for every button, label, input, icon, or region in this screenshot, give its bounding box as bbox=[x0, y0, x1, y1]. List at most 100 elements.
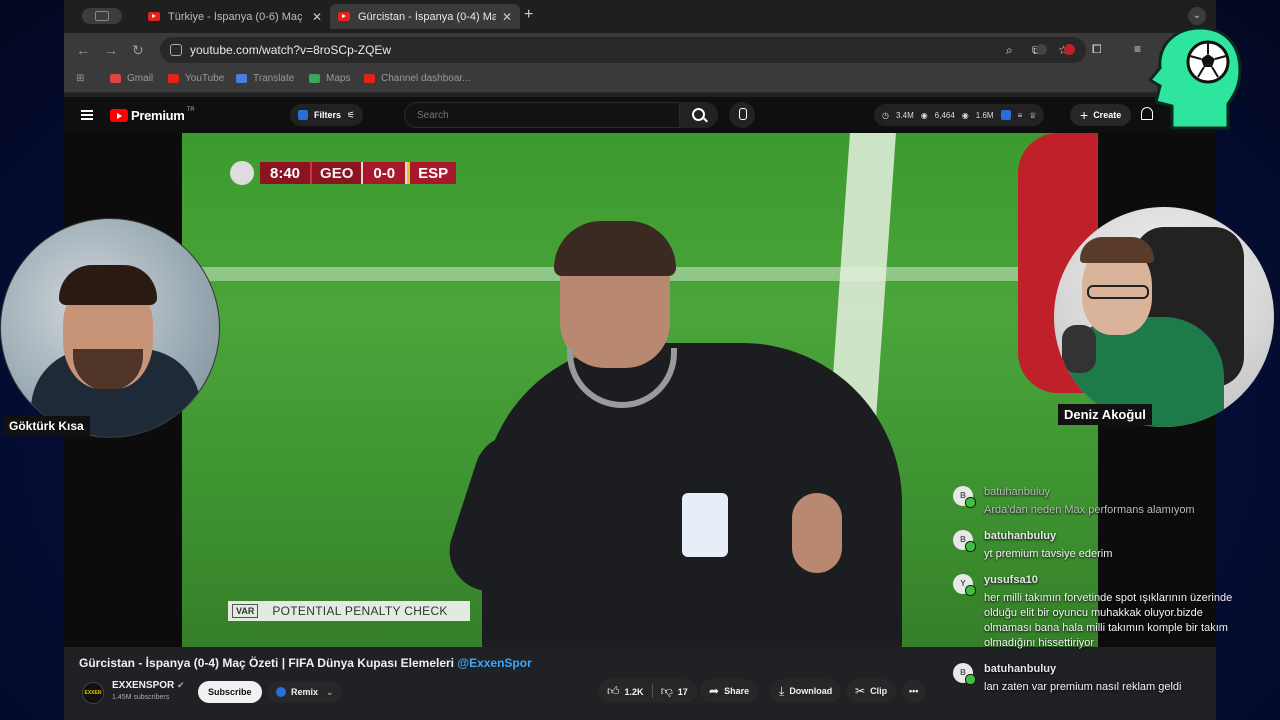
bookmark-label: Maps bbox=[326, 73, 351, 84]
video-player[interactable]: 8:40 GEO 0-0 ESP VAR POTENTIAL PENALTY C… bbox=[182, 133, 1098, 647]
subscribe-button[interactable]: Subscribe bbox=[198, 681, 262, 703]
download-icon: ⤓ bbox=[779, 683, 785, 698]
var-banner: VAR POTENTIAL PENALTY CHECK bbox=[228, 601, 470, 621]
channel-handle-link[interactable]: @ExxenSpor bbox=[457, 656, 531, 670]
bookmark-label: YouTube bbox=[185, 73, 225, 84]
var-tag: VAR bbox=[232, 604, 259, 618]
thumbs-up-icon: 👍︎ bbox=[607, 683, 620, 698]
microphone-icon[interactable] bbox=[729, 102, 755, 128]
create-button[interactable]: + Create bbox=[1070, 104, 1132, 126]
thumbs-down-icon: 👎︎ bbox=[660, 683, 673, 698]
football-head-logo-icon bbox=[1147, 26, 1242, 130]
bookmark-youtube[interactable]: YouTube bbox=[168, 73, 224, 84]
home-team: GEO bbox=[310, 162, 362, 184]
extensions-puzzle-icon[interactable]: ⧠ bbox=[1092, 42, 1102, 57]
chat-text: Arda'dan neden Max performans alamıyom bbox=[984, 504, 1195, 516]
dislike-button[interactable]: 👎︎ 17 bbox=[661, 684, 688, 699]
stat-views: 3.4M bbox=[895, 110, 914, 120]
match-clock: 8:40 bbox=[260, 162, 311, 184]
microphone-shape bbox=[1062, 325, 1096, 373]
dislike-count: 17 bbox=[677, 686, 688, 697]
back-arrow-icon[interactable]: ← bbox=[76, 42, 90, 58]
tab-group-icon[interactable] bbox=[82, 8, 122, 24]
streamer-name-left: Göktürk Kısa bbox=[3, 416, 90, 436]
trophy-icon[interactable]: ♕ bbox=[1029, 111, 1036, 120]
fifa-badge bbox=[682, 493, 728, 557]
bookmark-gmail[interactable]: Gmail bbox=[110, 73, 153, 84]
logo-text: Premium bbox=[131, 108, 185, 123]
reload-icon[interactable]: ↻ bbox=[132, 42, 144, 59]
chat-avatar: B bbox=[953, 663, 976, 685]
bookmarks-bar: ⊞ Gmail YouTube Translate Maps Channel d… bbox=[64, 67, 1216, 93]
chat-text: yt premium tavsiye ederim bbox=[984, 548, 1113, 560]
search-icon[interactable] bbox=[680, 102, 718, 128]
like-dislike-group: 👍︎ 1.2K 👎︎ 17 bbox=[598, 679, 697, 703]
stat-subs: 1.6M bbox=[975, 110, 994, 120]
extension-badge-icon bbox=[298, 110, 308, 120]
away-team: ESP bbox=[407, 162, 457, 184]
tab-search-button[interactable]: ⌄ bbox=[1188, 7, 1206, 25]
chat-username: yusufsa10 bbox=[984, 574, 1038, 586]
tab-bar: Türkiye - İspanya (0-6) Maç Ö ✕ Gürcista… bbox=[64, 0, 1216, 33]
chevron-down-icon: ⌄ bbox=[326, 686, 334, 697]
youtube-logo[interactable]: Premium TR bbox=[110, 106, 195, 123]
create-label: Create bbox=[1093, 110, 1122, 120]
list-icon[interactable]: ≡ bbox=[1018, 111, 1023, 120]
youtube-play-icon bbox=[110, 109, 128, 122]
tab-gurcistan[interactable]: Gürcistan - İspanya (0-4) Ma ✕ bbox=[330, 4, 520, 29]
chat-username: batuhanbuluy bbox=[984, 663, 1057, 675]
share-button[interactable]: ➦ Share bbox=[700, 679, 759, 703]
more-actions-button[interactable]: ••• bbox=[902, 679, 926, 703]
extension-badge-icon bbox=[1000, 110, 1011, 120]
new-tab-button[interactable]: + bbox=[524, 6, 533, 24]
tab-title: Türkiye - İspanya (0-6) Maç Ö bbox=[168, 10, 306, 23]
bookmark-label: Gmail bbox=[127, 73, 154, 84]
match-score: 0-0 bbox=[361, 162, 408, 184]
filters-button[interactable]: Filters ⚟ bbox=[290, 104, 364, 126]
extension-icon[interactable] bbox=[1036, 44, 1047, 55]
channel-stats: ◷ 3.4M ◉ 6,464 ◉ 1.6M ≡ ♕ bbox=[874, 104, 1045, 126]
chat-text: lan zaten var premium nasıl reklam geldi bbox=[984, 681, 1182, 693]
menu-icon[interactable] bbox=[81, 110, 93, 120]
zoom-icon[interactable]: ⌕ bbox=[1006, 43, 1013, 58]
bookmark-label: Channel dashboar... bbox=[381, 73, 471, 84]
apps-grid-icon[interactable]: ⊞ bbox=[76, 73, 84, 84]
verified-icon: ✔ bbox=[177, 680, 185, 690]
referee-hair bbox=[554, 221, 676, 276]
clip-label: Clip bbox=[870, 686, 888, 696]
site-settings-icon[interactable] bbox=[170, 44, 182, 56]
close-tab-icon[interactable]: ✕ bbox=[502, 10, 512, 24]
reading-list-icon[interactable]: ≡ bbox=[1134, 42, 1141, 56]
clip-button[interactable]: ✂ Clip bbox=[846, 679, 897, 703]
tab-turkiye[interactable]: Türkiye - İspanya (0-6) Maç Ö ✕ bbox=[140, 4, 330, 29]
var-message: POTENTIAL PENALTY CHECK bbox=[272, 604, 448, 618]
country-code: TR bbox=[186, 106, 195, 113]
channel-avatar[interactable]: EXXEN bbox=[82, 682, 104, 704]
chat-username: batuhanbuluy bbox=[984, 530, 1057, 542]
channel-name[interactable]: EXXENSPOR ✔ bbox=[112, 680, 185, 691]
webcam-right bbox=[1054, 207, 1274, 427]
like-button[interactable]: 👍︎ 1.2K bbox=[607, 684, 644, 699]
video-title-text: Gürcistan - İspanya (0-4) Maç Özeti | FI… bbox=[79, 656, 455, 670]
bookmark-label: Translate bbox=[253, 73, 295, 84]
download-button[interactable]: ⤓ Download bbox=[770, 679, 842, 703]
sliders-icon: ⚟ bbox=[347, 109, 356, 120]
plus-icon: + bbox=[1080, 107, 1089, 123]
glasses-icon bbox=[1087, 285, 1149, 299]
bookmark-maps[interactable]: Maps bbox=[309, 73, 350, 84]
forward-arrow-icon[interactable]: → bbox=[104, 42, 118, 58]
competition-logo-icon bbox=[230, 161, 254, 185]
search-input[interactable]: Search bbox=[404, 102, 680, 128]
close-tab-icon[interactable]: ✕ bbox=[312, 10, 322, 24]
referee-hand bbox=[792, 493, 842, 573]
extension-icon[interactable] bbox=[1064, 44, 1075, 55]
eye-icon: ◉ bbox=[961, 110, 969, 120]
download-label: Download bbox=[789, 686, 833, 696]
scissors-icon: ✂ bbox=[855, 684, 866, 698]
remix-button[interactable]: Remix ⌄ bbox=[268, 681, 342, 703]
address-bar[interactable]: youtube.com/watch?v=8roSCp-ZQEw ⌕ ⧉ ☆ bbox=[160, 37, 1086, 63]
url-text[interactable]: youtube.com/watch?v=8roSCp-ZQEw bbox=[190, 43, 391, 57]
chat-text: her milli takımın forvetinde spot ışıkla… bbox=[984, 592, 1233, 649]
bookmark-channel-dashboard[interactable]: Channel dashboar... bbox=[364, 73, 471, 84]
bookmark-translate[interactable]: Translate bbox=[236, 73, 294, 84]
